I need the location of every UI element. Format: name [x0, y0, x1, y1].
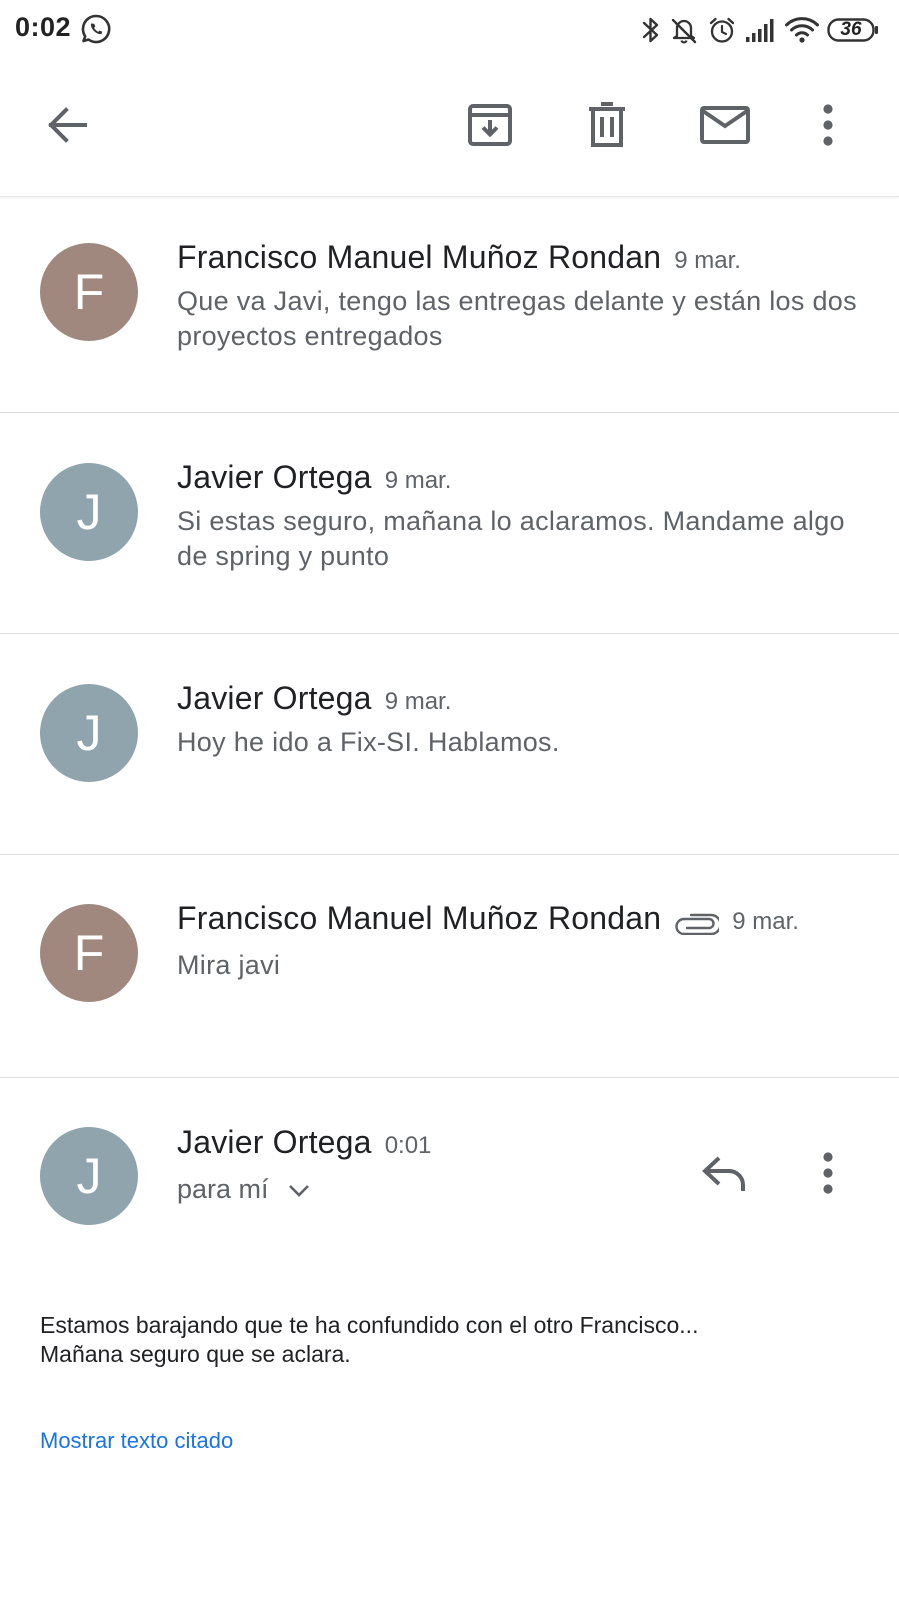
status-icons: 36: [641, 12, 879, 48]
message-body-line: Estamos barajando que te ha confundido c…: [40, 1312, 699, 1338]
sender-name: Javier Ortega: [177, 680, 372, 716]
message-time: 0:01: [384, 1132, 432, 1159]
avatar: F: [40, 243, 138, 341]
delete-icon: [586, 101, 628, 154]
mark-unread-button[interactable]: [693, 95, 757, 159]
archive-button[interactable]: [458, 95, 522, 159]
show-quoted-text-link[interactable]: Mostrar texto citado: [40, 1428, 233, 1454]
sender-name: Javier Ortega: [177, 1124, 372, 1160]
sender-line: Francisco Manuel Muñoz Rondan 9 mar.: [177, 239, 741, 276]
expanded-message: J Javier Ortega 0:01 para mí Estamos bar…: [0, 1078, 899, 1599]
bluetooth-icon: [641, 15, 661, 45]
chevron-down-icon: [269, 1174, 311, 1205]
avatar: J: [40, 1127, 138, 1225]
more-vert-icon: [822, 103, 834, 151]
status-time: 0:02: [15, 12, 72, 42]
sender-line: Javier Ortega 9 mar.: [177, 459, 451, 496]
message-item[interactable]: J Javier Ortega 9 mar. Hoy he ido a Fix-…: [0, 634, 899, 855]
sender-name: Francisco Manuel Muñoz Rondan: [177, 239, 662, 275]
message-body-line: Mañana seguro que se aclara.: [40, 1341, 351, 1367]
message-snippet: Que va Javi, tengo las entregas delante …: [177, 286, 857, 351]
sender-name: Francisco Manuel Muñoz Rondan: [177, 900, 662, 936]
more-options-button[interactable]: [796, 95, 860, 159]
battery-level: 36: [840, 19, 862, 40]
message-date: 9 mar.: [384, 688, 452, 715]
avatar: F: [40, 904, 138, 1002]
back-arrow-icon: [45, 103, 89, 152]
message-snippet: Si estas seguro, mañana lo aclaramos. Ma…: [177, 506, 845, 571]
reply-icon: [701, 1153, 749, 1198]
message-snippet: Mira javi: [177, 950, 281, 980]
more-vert-icon: [822, 1151, 834, 1199]
notifications-off-icon: [669, 15, 699, 45]
delete-button[interactable]: [575, 95, 639, 159]
back-button[interactable]: [35, 95, 99, 159]
signal-icon: [745, 17, 777, 43]
message-body: Estamos barajando que te ha confundido c…: [40, 1311, 698, 1369]
sender-line: Javier Ortega 0:01: [177, 1124, 431, 1161]
message-item[interactable]: J Javier Ortega 9 mar. Si estas seguro, …: [0, 413, 899, 634]
message-item[interactable]: F Francisco Manuel Muñoz Rondan 9 mar. Q…: [0, 197, 899, 413]
message-item[interactable]: F Francisco Manuel Muñoz Rondan 9 mar. M…: [0, 855, 899, 1078]
message-date: 9 mar.: [674, 247, 741, 274]
message-more-options-button[interactable]: [796, 1143, 860, 1207]
reply-button[interactable]: [693, 1143, 757, 1207]
recipient-label: para mí: [177, 1174, 269, 1204]
app-toolbar: [0, 62, 899, 197]
sender-line: Francisco Manuel Muñoz Rondan 9 mar.: [177, 900, 799, 937]
message-date: 9 mar.: [384, 467, 452, 494]
wifi-icon: [785, 16, 819, 44]
message-snippet: Hoy he ido a Fix-SI. Hablamos.: [177, 727, 560, 757]
sender-line: Javier Ortega 9 mar.: [177, 680, 451, 717]
attachment-icon: [673, 913, 722, 940]
recipient-details-toggle[interactable]: para mí: [177, 1174, 311, 1205]
archive-icon: [467, 102, 513, 153]
status-bar: 0:02 36: [0, 0, 899, 60]
sender-name: Javier Ortega: [177, 459, 372, 495]
message-date: 9 mar.: [732, 908, 799, 935]
alarm-icon: [707, 15, 737, 45]
avatar: J: [40, 684, 138, 782]
mark-unread-icon: [699, 105, 751, 150]
battery-icon: 36: [827, 18, 879, 42]
avatar: J: [40, 463, 138, 561]
whatsapp-icon: [80, 13, 112, 45]
